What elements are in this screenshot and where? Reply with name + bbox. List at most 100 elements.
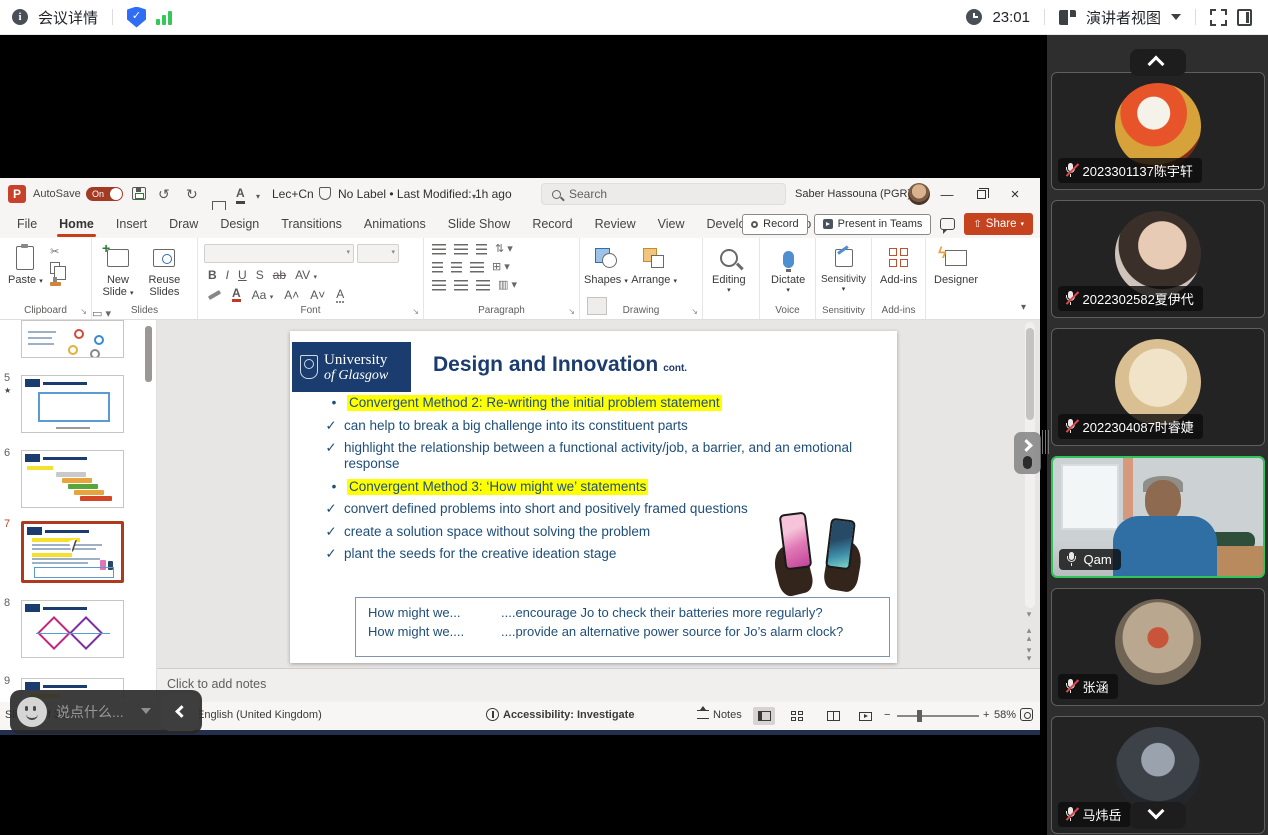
- cut-icon[interactable]: ✂: [50, 246, 61, 259]
- share-button[interactable]: ⇧ Share ▾: [964, 213, 1033, 235]
- account-avatar[interactable]: [908, 183, 930, 205]
- sensitivity-shield-icon[interactable]: [319, 187, 331, 200]
- slide-thumbnail[interactable]: [21, 375, 124, 433]
- next-slide-button[interactable]: ▾▾: [1023, 646, 1035, 662]
- panel-drag-handle[interactable]: [1042, 430, 1049, 454]
- arrange-button[interactable]: Arrange ▾: [631, 238, 677, 286]
- tab-review[interactable]: Review: [584, 210, 647, 238]
- strikethrough-button[interactable]: ab: [273, 268, 286, 282]
- fullscreen-icon[interactable]: [1210, 9, 1227, 26]
- grow-font-button[interactable]: A˄: [284, 288, 299, 302]
- autosave-toggle[interactable]: On: [86, 187, 123, 201]
- meeting-details-label[interactable]: 会议详情: [38, 7, 98, 28]
- numbering-icon[interactable]: [454, 244, 468, 256]
- participant-tile[interactable]: 2022302582夏伊代: [1051, 200, 1265, 318]
- shapes-button[interactable]: Shapes ▾: [584, 238, 628, 286]
- tab-view[interactable]: View: [647, 210, 696, 238]
- emoji-icon[interactable]: [17, 697, 47, 727]
- text-direction-icon[interactable]: ⇅ ▾: [495, 243, 513, 256]
- tab-transitions[interactable]: Transitions: [270, 210, 353, 238]
- zoom-out-button[interactable]: −: [884, 709, 890, 721]
- expand-panel-button[interactable]: [1014, 432, 1041, 474]
- reuse-slides-button[interactable]: Reuse Slides: [143, 238, 185, 298]
- view-mode-selector[interactable]: 演讲者视图: [1086, 7, 1161, 28]
- zoom-slider-thumb[interactable]: [917, 710, 922, 722]
- designer-button[interactable]: Designer: [934, 238, 978, 286]
- align-text-icon[interactable]: ⊞ ▾: [492, 261, 510, 274]
- shadow-button[interactable]: S: [256, 268, 264, 282]
- columns-icon[interactable]: [470, 262, 484, 274]
- chat-input-placeholder[interactable]: 说点什么...: [56, 702, 124, 722]
- scroll-down-icon[interactable]: ▾: [1023, 610, 1035, 618]
- addins-button[interactable]: Add-ins: [880, 238, 917, 286]
- scroll-participants-up-button[interactable]: [1130, 49, 1186, 76]
- chat-input-overlay[interactable]: 说点什么...: [10, 690, 202, 734]
- chevron-down-icon[interactable]: [141, 708, 151, 714]
- dialog-launcher-icon[interactable]: ↘: [568, 307, 575, 316]
- accessibility-status[interactable]: Accessibility: Investigate: [503, 709, 634, 721]
- info-icon[interactable]: i: [12, 9, 28, 25]
- slide-thumbnail[interactable]: [21, 521, 124, 583]
- tab-home[interactable]: Home: [48, 210, 105, 238]
- dialog-launcher-icon[interactable]: ↘: [80, 307, 87, 316]
- font-size-select[interactable]: [357, 244, 399, 263]
- participant-tile[interactable]: 2022304087时睿婕: [1051, 328, 1265, 446]
- present-in-teams-button[interactable]: Present in Teams: [814, 214, 932, 235]
- paste-button[interactable]: Paste ▾: [8, 238, 43, 286]
- dictate-button[interactable]: Dictate ▾: [771, 238, 805, 294]
- tab-record[interactable]: Record: [521, 210, 583, 238]
- search-input[interactable]: Search: [541, 183, 786, 205]
- security-shield-icon[interactable]: [127, 7, 146, 28]
- bullets-icon[interactable]: [432, 244, 446, 256]
- redo-icon[interactable]: ↻: [186, 186, 198, 202]
- tab-file[interactable]: File: [6, 210, 48, 238]
- close-button[interactable]: ×: [998, 178, 1032, 210]
- tab-insert[interactable]: Insert: [105, 210, 158, 238]
- zoom-slider[interactable]: [897, 715, 979, 717]
- copy-icon[interactable]: [50, 262, 60, 274]
- tab-animations[interactable]: Animations: [353, 210, 437, 238]
- tab-slide-show[interactable]: Slide Show: [437, 210, 522, 238]
- slideshow-view-button[interactable]: [854, 707, 876, 725]
- save-icon[interactable]: [132, 187, 146, 200]
- slide-sorter-view-button[interactable]: [786, 707, 808, 725]
- underline-button[interactable]: U: [238, 268, 247, 282]
- comments-icon[interactable]: [940, 218, 955, 230]
- slide-thumbnail[interactable]: [21, 320, 124, 358]
- toggle-sidebar-icon[interactable]: [1237, 9, 1252, 26]
- thumbnail-scrollbar[interactable]: [145, 326, 152, 382]
- new-slide-button[interactable]: New Slide ▾: [96, 238, 140, 300]
- shrink-font-button[interactable]: A˅: [310, 288, 325, 302]
- participant-tile[interactable]: 2023301137陈宇轩: [1051, 72, 1265, 190]
- chevron-down-icon[interactable]: ▾: [472, 189, 476, 205]
- customize-toolbar-icon[interactable]: ▾: [256, 189, 260, 205]
- font-color-button[interactable]: A: [232, 288, 241, 302]
- increase-indent-icon[interactable]: [451, 262, 462, 274]
- align-center-icon[interactable]: [454, 280, 468, 292]
- current-slide[interactable]: University of Glasgow Design and Innovat…: [290, 331, 897, 663]
- fit-to-window-icon[interactable]: [1020, 708, 1033, 721]
- reading-view-button[interactable]: [822, 707, 844, 725]
- clear-formatting-button[interactable]: A: [336, 287, 344, 303]
- account-name[interactable]: Saber Hassouna (PGR): [795, 188, 911, 200]
- collapse-ribbon-icon[interactable]: ▾: [1021, 302, 1026, 313]
- minimize-button[interactable]: —: [930, 178, 964, 210]
- restore-button[interactable]: [964, 178, 998, 210]
- normal-view-button[interactable]: [753, 707, 775, 725]
- decrease-indent-icon[interactable]: [432, 262, 443, 274]
- previous-slide-button[interactable]: ▴▴: [1023, 626, 1035, 642]
- editing-button[interactable]: Editing ▾: [712, 238, 746, 294]
- network-signal-icon[interactable]: [156, 10, 172, 25]
- tab-draw[interactable]: Draw: [158, 210, 209, 238]
- character-spacing-button[interactable]: AV ▾: [295, 268, 317, 282]
- zoom-percent[interactable]: 58%: [994, 709, 1016, 721]
- slide-thumbnail[interactable]: [21, 450, 124, 508]
- align-left-icon[interactable]: [432, 280, 446, 292]
- scroll-participants-down-button[interactable]: [1130, 802, 1186, 829]
- undo-icon[interactable]: ↺: [158, 186, 170, 202]
- powerpoint-icon[interactable]: P: [8, 185, 26, 203]
- chevron-down-icon[interactable]: [1171, 14, 1181, 20]
- participant-tile[interactable]: 张涵: [1051, 588, 1265, 706]
- format-painter-icon[interactable]: A: [236, 185, 245, 204]
- bold-button[interactable]: B: [208, 268, 217, 282]
